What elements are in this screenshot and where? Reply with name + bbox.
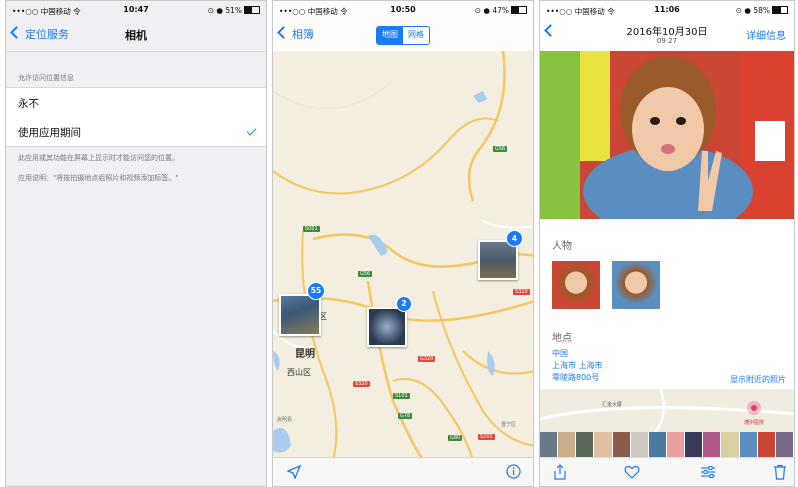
highway-shield: G80 [448,435,463,441]
location-arrow-icon[interactable] [287,465,301,479]
highway-shield: S320 [353,381,370,387]
location-country: 中国 [552,349,568,358]
place-title: 地点 [552,333,572,344]
app-explanation: 应用说明："将按拍摄地点组照片和视频添加标签。" [18,174,179,182]
photo-cluster[interactable] [367,307,407,347]
show-nearby-button[interactable]: 显示附近的照片 [730,374,786,385]
photo-strip[interactable] [540,432,794,460]
person-thumbnail[interactable] [612,261,660,309]
city-label: 昆明 [295,349,315,360]
map-label: 漕中医院 [744,420,765,426]
town-label: 晋宁区 [501,422,517,428]
status-bar: •••○○ 中国移动 令 10:50 ⊙ ● 47% [273,1,533,19]
photo-image [540,51,794,219]
status-right: ⊙ ● 47% [475,6,527,15]
option-while-using[interactable]: 使用应用期间 [6,117,266,147]
status-bar: •••○○ 中国移动 令 11:06 ⊙ ● 58% [540,1,794,19]
highway-shield: S320 [513,289,530,295]
cluster-count: 4 [506,230,523,247]
info-icon[interactable] [506,464,521,479]
highway-shield: G56 [358,271,373,277]
map-roads [540,389,794,433]
view-toggle: 地图 网格 [376,26,430,45]
photo-cluster[interactable] [279,294,321,336]
map-toolbar [273,457,533,486]
highway-shield: S101 [393,393,410,399]
highway-shield: S201 [478,434,495,440]
location-map[interactable]: 汇金大厦 漕中医院 [540,389,794,433]
option-never[interactable]: 永不 [6,87,266,118]
map-view[interactable]: S001 G56 G56 S101 G78 G80 S320 G320 S320… [273,51,533,458]
battery-icon [772,6,788,14]
highway-shield: S001 [303,226,320,232]
highway-shield: G320 [418,356,436,362]
district-label: 西山区 [287,368,311,377]
tab-map[interactable]: 地图 [377,27,403,44]
selfie-photo[interactable] [540,51,794,219]
section-header: 允许访问位置信息 [18,74,74,82]
status-bar: •••○○ 中国移动 令 10:47 ⊙ ● 51% [6,1,266,19]
location-city: 上海市 上海市 [552,361,603,370]
status-right: ⊙ ● 51% [208,6,260,15]
photo-detail-screen: •••○○ 中国移动 令 11:06 ⊙ ● 58% 2016年10月30日 0… [539,0,795,487]
trash-icon[interactable] [772,464,788,480]
share-icon[interactable] [552,464,568,480]
location-street: 零陵路800号 [552,373,600,382]
nav-bar: 定位服务 相机 [6,19,266,51]
status-right: ⊙ ● 58% [736,6,788,15]
cluster-count: 55 [307,282,325,300]
location-settings-screen: •••○○ 中国移动 令 10:47 ⊙ ● 51% 定位服务 相机 允许访问位… [5,0,267,487]
photo-map-screen: S001 G56 G56 S101 G78 G80 S320 G320 S320… [272,0,534,487]
photo-toolbar [540,457,794,486]
highway-shield: G78 [398,413,413,419]
tab-grid[interactable]: 网格 [403,27,429,44]
adjust-icon[interactable] [700,464,716,480]
battery-icon [511,6,527,14]
battery-icon [244,6,260,14]
highway-shield: G56 [493,146,508,152]
chevron-left-icon [277,26,290,39]
map-label: 汇金大厦 [602,402,623,408]
checkmark-icon [246,125,257,136]
heart-icon[interactable] [624,464,640,480]
back-button[interactable]: 相簿 [277,26,314,42]
page-title: 相机 [125,29,147,42]
people-title: 人物 [552,241,572,252]
nav-bar: 2016年10月30日 09:27 详细信息 [540,19,794,51]
details-button[interactable]: 详细信息 [746,27,786,42]
cluster-count: 2 [396,296,412,312]
town-label: 嵩明县 [277,417,293,423]
person-thumbnail[interactable] [552,261,600,309]
footer-note: 此应用或其功能在屏幕上显示时才能访问您的位置。 [18,154,179,162]
